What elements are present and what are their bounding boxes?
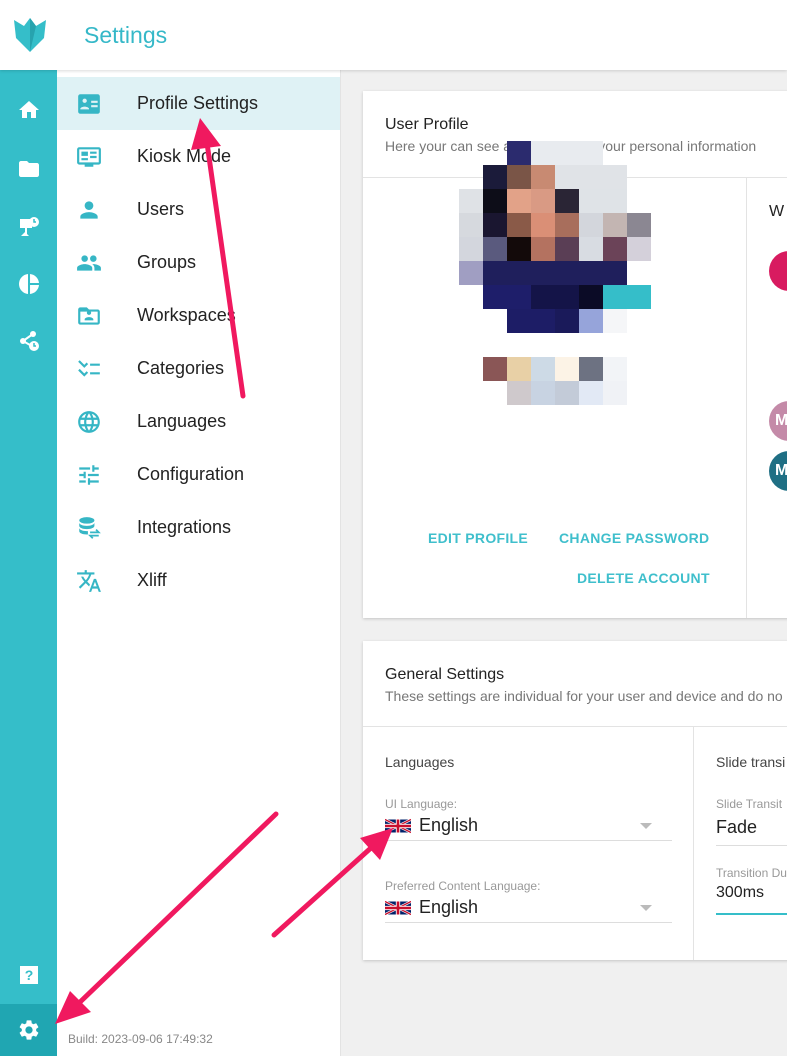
workspaces-heading: W — [769, 203, 785, 220]
database-sync-icon — [75, 514, 103, 542]
transition-duration-input[interactable]: 300ms — [716, 884, 764, 902]
divider — [363, 726, 787, 727]
uk-flag-icon — [385, 818, 411, 834]
content-language-select[interactable]: English — [385, 895, 672, 923]
card-title: User Profile — [385, 116, 469, 133]
home-icon[interactable] — [0, 88, 57, 132]
nav-label: Profile Settings — [137, 93, 259, 113]
card-title: General Settings — [385, 666, 505, 683]
ui-language-label: UI Language: — [385, 797, 458, 811]
nav-label: Xliff — [137, 570, 167, 590]
nav-label: Integrations — [137, 517, 232, 537]
settings-nav: Profile Settings Kiosk Mode Users Groups… — [57, 70, 341, 1056]
nav-item-profile-settings[interactable]: Profile Settings — [57, 77, 340, 130]
pie-chart-icon[interactable] — [0, 262, 57, 306]
monitor-icon — [75, 143, 103, 171]
divider — [716, 845, 787, 846]
top-bar: Settings — [0, 0, 787, 70]
nav-label: Languages — [137, 411, 227, 431]
ui-language-select[interactable]: English — [385, 813, 672, 841]
transition-duration-label: Transition Du — [716, 866, 787, 880]
checklist-icon — [75, 355, 103, 383]
fox-logo-icon[interactable] — [10, 14, 50, 54]
nav-item-kiosk-mode[interactable]: Kiosk Mode — [57, 130, 340, 183]
nav-label: Kiosk Mode — [137, 146, 232, 166]
slide-transition-select[interactable]: Fade — [716, 817, 757, 838]
sliders-icon — [75, 461, 103, 489]
delete-account-button[interactable]: DELETE ACCOUNT — [577, 570, 710, 586]
ui-language-value: English — [419, 815, 479, 835]
icon-rail: ? — [0, 70, 57, 1056]
nav-label: Categories — [137, 358, 225, 378]
profile-card-icon — [75, 90, 103, 118]
svg-text:?: ? — [24, 967, 33, 983]
nav-label: Workspaces — [137, 305, 236, 325]
change-password-button[interactable]: CHANGE PASSWORD — [559, 530, 709, 546]
globe-icon — [75, 408, 103, 436]
avatar[interactable] — [459, 141, 651, 333]
translate-icon — [75, 567, 103, 595]
share-schedule-icon[interactable] — [0, 319, 57, 363]
general-settings-card: General Settings These settings are indi… — [363, 641, 787, 960]
divider — [693, 726, 694, 960]
group-icon — [75, 249, 103, 277]
user-profile-card: User Profile Here your can see and chang… — [363, 91, 787, 618]
workspace-folder-icon — [75, 302, 103, 330]
workspace-avatar[interactable]: M — [769, 401, 787, 441]
nav-item-integrations[interactable]: Integrations — [57, 501, 340, 554]
nav-label: Users — [137, 199, 185, 219]
uk-flag-icon — [385, 900, 411, 916]
workspace-avatar[interactable] — [769, 251, 787, 291]
nav-item-groups[interactable]: Groups — [57, 236, 340, 289]
slide-transition-section-label: Slide transi — [716, 754, 786, 770]
divider — [746, 177, 747, 618]
page-title: Settings — [84, 22, 168, 48]
nav-item-categories[interactable]: Categories — [57, 342, 340, 395]
card-subtitle: These settings are individual for your u… — [385, 688, 783, 704]
slide-transition-label: Slide Transit — [716, 797, 783, 811]
folder-icon[interactable] — [0, 147, 57, 191]
nav-item-xliff[interactable]: Xliff — [57, 554, 340, 607]
gear-icon[interactable] — [0, 1004, 57, 1056]
nav-item-languages[interactable]: Languages — [57, 395, 340, 448]
nav-item-workspaces[interactable]: Workspaces — [57, 289, 340, 342]
nav-item-configuration[interactable]: Configuration — [57, 448, 340, 501]
nav-label: Configuration — [137, 464, 245, 484]
user-icon — [75, 196, 103, 224]
content-language-label: Preferred Content Language: — [385, 879, 541, 893]
workspace-avatar[interactable]: M — [769, 451, 787, 491]
nav-item-users[interactable]: Users — [57, 183, 340, 236]
nav-label: Groups — [137, 252, 197, 272]
content-language-value: English — [419, 897, 479, 917]
chevron-down-icon — [640, 823, 652, 829]
edit-profile-button[interactable]: EDIT PROFILE — [428, 530, 528, 546]
languages-section-label: Languages — [385, 754, 455, 770]
help-icon[interactable]: ? — [0, 953, 57, 997]
presentation-icon[interactable] — [0, 205, 57, 249]
input-underline — [716, 913, 787, 915]
avatar-color-swatches — [483, 357, 627, 405]
chevron-down-icon — [640, 905, 652, 911]
build-info: Build: 2023-09-06 17:49:32 — [68, 1032, 213, 1046]
